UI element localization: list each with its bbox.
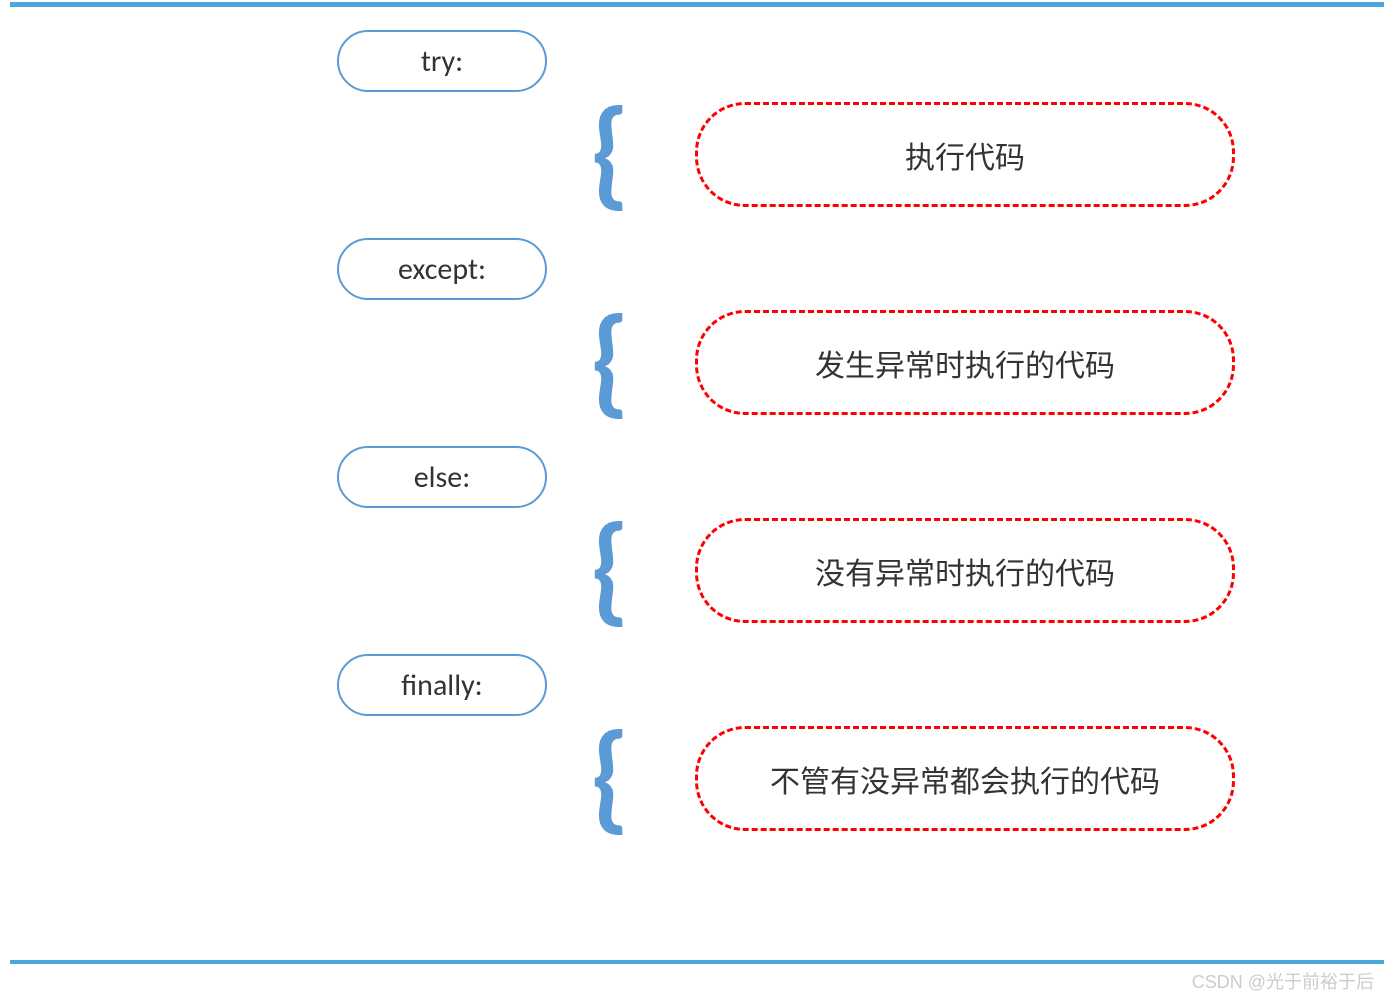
desc-except: 发生异常时执行的代码 — [695, 310, 1235, 415]
keyword-except-label: except: — [398, 251, 486, 288]
watermark: CSDN @光于前裕于后 — [1192, 968, 1374, 994]
bottom-divider — [10, 960, 1384, 964]
desc-finally-text: 不管有没异常都会执行的代码 — [770, 757, 1160, 801]
keyword-except: except: — [337, 238, 547, 300]
watermark-text: CSDN @光于前裕于后 — [1192, 972, 1374, 992]
brace-icon: { — [590, 716, 630, 837]
top-divider — [10, 2, 1384, 7]
keyword-try: try: — [337, 30, 547, 92]
desc-else-text: 没有异常时执行的代码 — [815, 549, 1115, 593]
keyword-finally-label: finally: — [401, 667, 482, 704]
keyword-try-label: try: — [421, 43, 463, 80]
desc-else: 没有异常时执行的代码 — [695, 518, 1235, 623]
brace-icon: { — [590, 300, 630, 421]
desc-try-text: 执行代码 — [905, 133, 1025, 177]
desc-except-text: 发生异常时执行的代码 — [815, 341, 1115, 385]
desc-try: 执行代码 — [695, 102, 1235, 207]
keyword-else: else: — [337, 446, 547, 508]
brace-icon: { — [590, 92, 630, 213]
brace-icon: { — [590, 508, 630, 629]
keyword-else-label: else: — [414, 459, 471, 496]
keyword-finally: finally: — [337, 654, 547, 716]
desc-finally: 不管有没异常都会执行的代码 — [695, 726, 1235, 831]
